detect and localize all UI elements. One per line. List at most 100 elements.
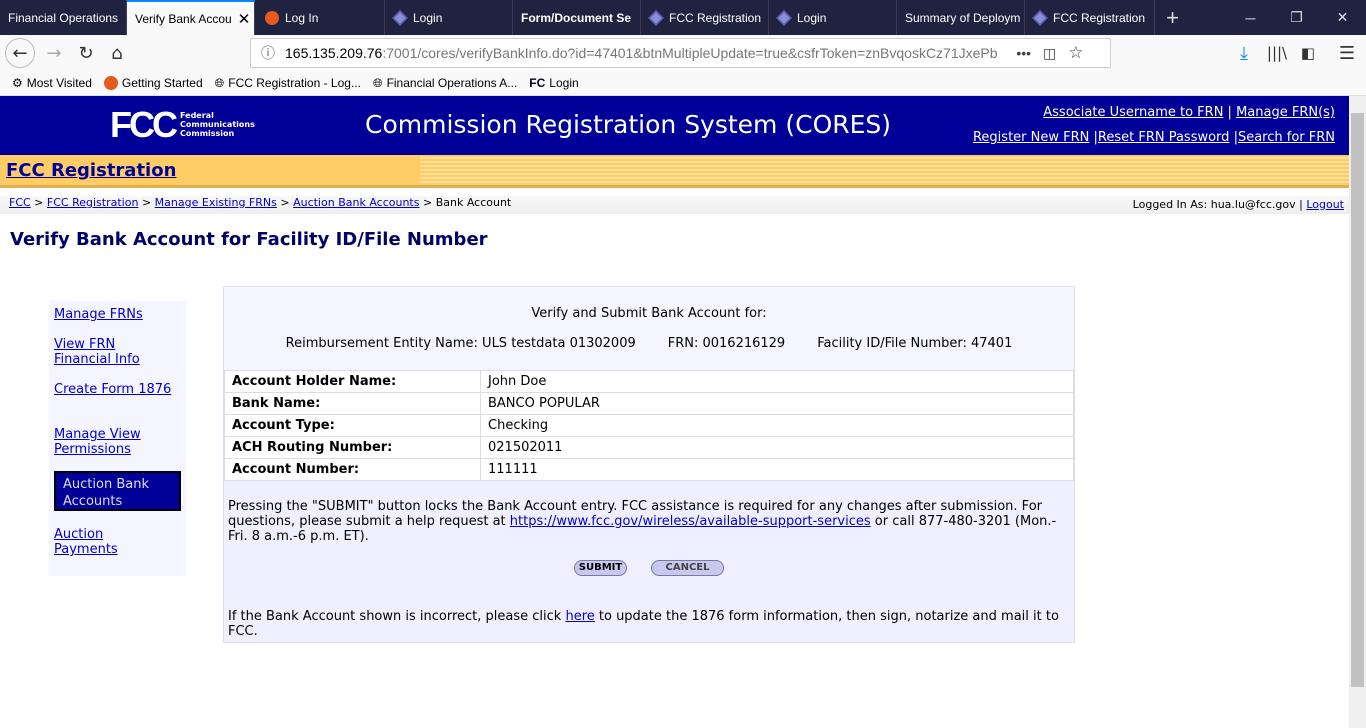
sidebar-item-auction-bank-accounts[interactable]: Auction Bank Accounts — [54, 471, 181, 511]
table-row: ACH Routing Number: 021502011 — [224, 436, 1074, 459]
sidebar-icon[interactable]: ◧ — [1294, 39, 1322, 67]
tab-label: Verify Bank Accou — [135, 11, 232, 26]
minimize-icon[interactable]: ─ — [1228, 0, 1273, 35]
forward-icon[interactable]: → — [40, 39, 68, 67]
support-link[interactable]: https://www.fcc.gov/wireless/available-s… — [510, 514, 871, 529]
bookmark-label: Getting Started — [121, 76, 203, 90]
associate-username-link[interactable]: Associate Username to FRN — [1043, 105, 1223, 120]
diamond-icon — [1032, 9, 1048, 26]
tab[interactable]: Login — [385, 0, 513, 35]
diamond-icon — [648, 9, 664, 26]
fcc-registration-link[interactable]: FCC Registration — [6, 160, 176, 181]
crumb-fcc-registration[interactable]: FCC Registration — [47, 196, 139, 209]
fcc-logo[interactable]: FCC — [110, 104, 178, 146]
site-icon — [265, 10, 279, 25]
sidebar-item-auction[interactable]: Auction — [54, 527, 103, 542]
logo-line: Commission — [180, 129, 235, 138]
sidebar-item-create-form[interactable]: Create Form 1876 — [54, 382, 171, 397]
field-value: John Doe — [480, 370, 1074, 393]
footer-text: If the Bank Account shown is incorrect, … — [228, 609, 566, 624]
restore-icon[interactable]: ❐ — [1274, 0, 1319, 35]
new-tab-icon[interactable]: + — [1150, 0, 1195, 35]
home-icon[interactable]: ⌂ — [103, 39, 131, 67]
sidebar-item-view-frn[interactable]: View FRN — [54, 337, 115, 352]
register-frn-link[interactable]: Register New FRN — [973, 130, 1089, 145]
tab-label: Form/Document Se — [521, 10, 632, 25]
sidebar-item-permissions[interactable]: Permissions — [54, 442, 131, 457]
close-icon[interactable]: ✕ — [238, 10, 251, 28]
bookmark[interactable]: Getting Started — [103, 76, 203, 90]
tab[interactable]: Financial Operations — [0, 0, 127, 35]
reset-password-link[interactable]: Reset FRN Password — [1098, 130, 1230, 145]
logo-line: Federal — [180, 111, 214, 120]
table-row: Bank Name: BANCO POPULAR — [224, 392, 1074, 415]
download-icon[interactable]: ⤓ — [1230, 39, 1258, 67]
cancel-button[interactable]: CANCEL — [651, 560, 724, 576]
frn-value: FRN: 0016216129 — [667, 336, 786, 351]
globe-icon: 🌐︎ — [372, 75, 383, 90]
firefox-icon — [103, 76, 118, 90]
crumb-manage-frns[interactable]: Manage Existing FRNs — [155, 196, 277, 209]
back-icon[interactable]: ← — [5, 38, 35, 68]
more-icon[interactable]: ••• — [1016, 45, 1031, 61]
tab-label: FCC Registration — [1053, 10, 1146, 25]
bookmarks-bar: ⚙ Most Visited Getting Started 🌐︎ FCC Regi… — [0, 71, 1366, 96]
tab-active[interactable]: Verify Bank Accou ✕ — [127, 0, 255, 35]
tab[interactable]: Login — [769, 0, 897, 35]
field-label: Account Number: — [224, 458, 481, 481]
tab[interactable]: FCC Registration — [641, 0, 769, 35]
tab-label: Log In — [285, 10, 319, 25]
tab[interactable]: Form/Document Se — [513, 0, 641, 35]
tab[interactable]: Log In — [257, 0, 385, 35]
tab[interactable]: Summary of Deploym — [897, 0, 1025, 35]
bookmark[interactable]: 🌐︎ Financial Operations A... — [373, 76, 517, 91]
main-panel: Verify and Submit Bank Account for: Reim… — [223, 286, 1075, 643]
url-bar[interactable]: ⓘ 165.135.209.76:7001/cores/verifyBankIn… — [250, 38, 1111, 68]
tab-label: Login — [797, 10, 827, 25]
logout-link[interactable]: Logout — [1306, 198, 1344, 211]
bookmark-label: Most Visited — [26, 76, 92, 90]
logo-line: Communications — [180, 120, 255, 129]
sidebar-item-manage-view[interactable]: Manage View — [54, 427, 141, 442]
here-link[interactable]: here — [565, 609, 594, 624]
section-band: FCC Registration — [0, 155, 1349, 188]
close-window-icon[interactable]: ✕ — [1320, 0, 1365, 35]
sidebar-item-manage-frns[interactable]: Manage FRNs — [54, 307, 143, 322]
sidebar-item-financial-info[interactable]: Financial Info — [54, 352, 140, 367]
url-host: 165.135.209.76 — [285, 45, 383, 61]
bank-account-table: Account Holder Name: John Doe Bank Name: B… — [224, 370, 1074, 481]
fcc-icon: FC — [529, 76, 546, 90]
facility-id: Facility ID/File Number: 47401 — [817, 336, 1013, 351]
crumb-auction-bank-accounts[interactable]: Auction Bank Accounts — [293, 196, 419, 209]
tab-label: Summary of Deploym — [905, 10, 1021, 25]
field-value: 111111 — [480, 458, 1074, 481]
scrollbar-thumb[interactable] — [1351, 113, 1364, 687]
tab-label: Login — [413, 10, 443, 25]
bookmark[interactable]: FC Login — [529, 76, 578, 90]
entity-summary: Reimbursement Entity Name: ULS testdata … — [224, 336, 1074, 351]
tab[interactable]: FCC Registration — [1025, 0, 1155, 35]
field-label: ACH Routing Number: — [224, 436, 481, 459]
reload-icon[interactable]: ↻ — [72, 39, 100, 67]
scrollbar[interactable] — [1349, 96, 1366, 728]
bookmark-label: FCC Registration - Log... — [228, 76, 361, 90]
diamond-icon — [776, 9, 792, 26]
crumb-fcc[interactable]: FCC — [9, 196, 31, 209]
search-frn-link[interactable]: Search for FRN — [1238, 130, 1335, 145]
crumb-current: Bank Account — [435, 196, 512, 209]
pocket-icon[interactable]: ◫ — [1043, 45, 1056, 62]
table-row: Account Number: 111111 — [224, 458, 1074, 481]
library-icon[interactable]: |||\ — [1263, 39, 1291, 67]
bookmark[interactable]: ⚙ Most Visited — [12, 76, 92, 90]
menu-icon[interactable]: ☰ — [1333, 39, 1361, 67]
submit-button[interactable]: SUBMIT — [574, 560, 627, 576]
bookmark[interactable]: 🌐︎ FCC Registration - Log... — [215, 76, 361, 91]
field-value: Checking — [480, 414, 1074, 437]
system-title: Commission Registration System (CORES) — [365, 110, 892, 139]
field-value: 021502011 — [480, 436, 1074, 459]
sidebar-item-payments[interactable]: Payments — [54, 542, 118, 557]
submit-notice: Pressing the "SUBMIT" button locks the B… — [228, 499, 1068, 544]
logged-in-label: Logged In As: hua.lu@fcc.gov — [1132, 198, 1296, 211]
star-icon[interactable]: ☆ — [1068, 43, 1083, 63]
manage-frns-link[interactable]: Manage FRN(s) — [1236, 105, 1335, 120]
